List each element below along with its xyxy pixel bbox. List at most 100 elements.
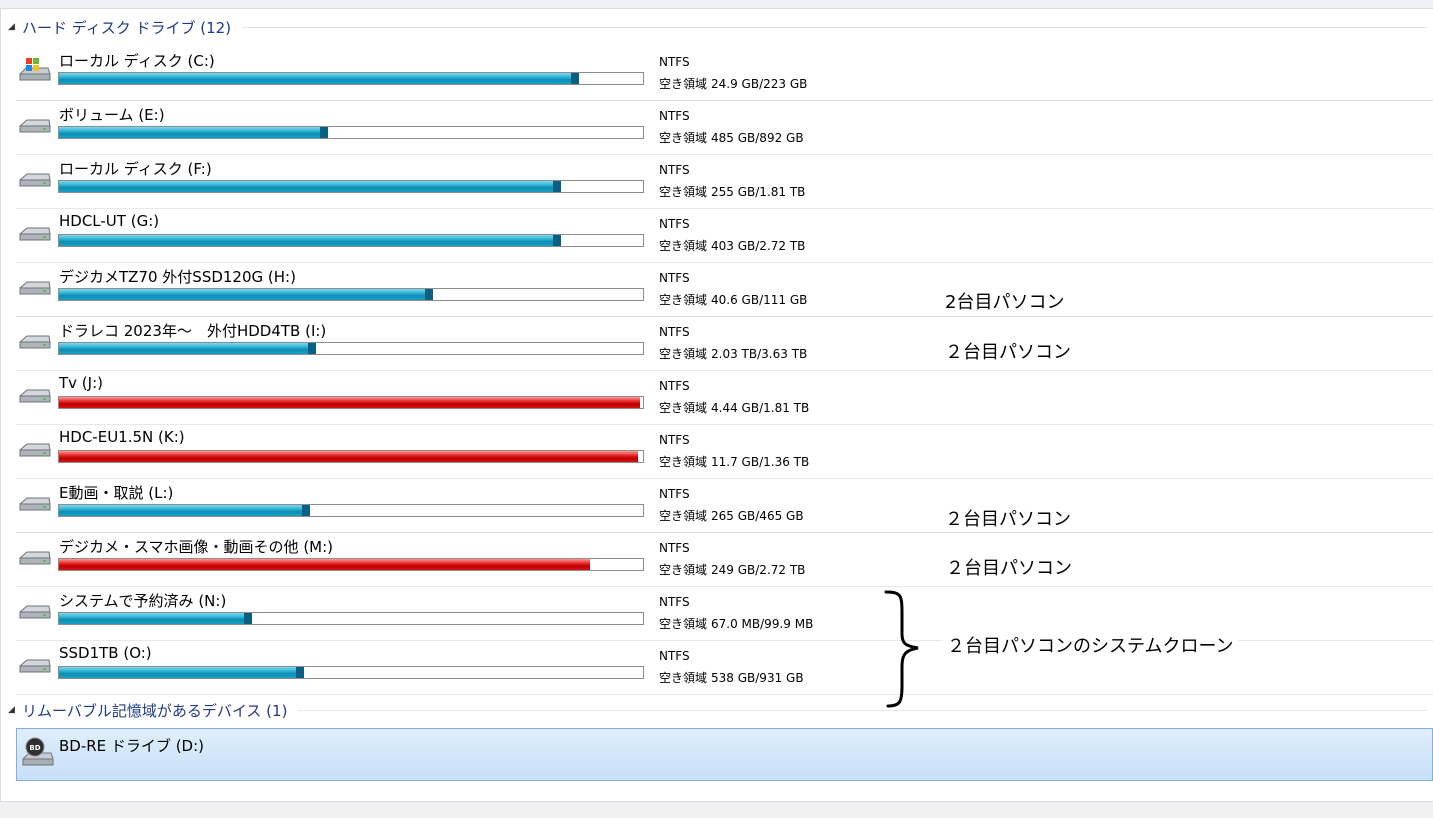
- filesystem-label: NTFS: [659, 595, 690, 609]
- drive-name: E動画・取説 (L:): [59, 484, 174, 502]
- hard-drive-icon: [19, 335, 51, 349]
- free-space-label: 空き領域: [659, 293, 708, 307]
- free-space-value: 538 GB/931 GB: [711, 671, 804, 685]
- hard-drive-icon: [19, 497, 51, 511]
- drive-name: システムで予約済み (N:): [59, 592, 227, 610]
- hard-drive-icon: [19, 173, 51, 187]
- free-space-value: 40.6 GB/111 GB: [711, 293, 808, 307]
- free-space-text: 空き領域 485 GB/892 GB: [659, 129, 804, 146]
- drive-item[interactable]: Tv (J:) NTFS 空き領域 4.44 GB/1.81 TB: [16, 370, 1433, 425]
- free-space-value: 67.0 MB/99.9 MB: [711, 617, 814, 631]
- drive-item[interactable]: HDC-EU1.5N (K:) NTFS 空き領域 11.7 GB/1.36 TB: [16, 424, 1433, 479]
- drive-item-bd-re[interactable]: BD BD-RE ドライブ (D:): [16, 728, 1433, 781]
- drive-item[interactable]: デジカメTZ70 外付SSD120G (H:) NTFS 空き領域 40.6 GB/1…: [16, 262, 1433, 317]
- drive-name: ローカル ディスク (F:): [59, 160, 212, 178]
- hard-drive-icon: [19, 227, 51, 241]
- filesystem-label: NTFS: [659, 433, 690, 447]
- drive-name: ボリューム (E:): [59, 106, 165, 124]
- free-space-text: 空き領域 403 GB/2.72 TB: [659, 237, 805, 254]
- free-space-label: 空き領域: [659, 671, 708, 685]
- filesystem-label: NTFS: [659, 379, 690, 393]
- drive-item[interactable]: E動画・取説 (L:) NTFS 空き領域 265 GB/465 GB: [16, 478, 1433, 533]
- filesystem-label: NTFS: [659, 55, 690, 69]
- drive-name: BD-RE ドライブ (D:): [59, 737, 204, 755]
- usage-bar-fill: [59, 127, 328, 138]
- filesystem-label: NTFS: [659, 271, 690, 285]
- drive-item[interactable]: HDCL-UT (G:) NTFS 空き領域 403 GB/2.72 TB: [16, 208, 1433, 263]
- free-space-value: 11.7 GB/1.36 TB: [711, 455, 810, 469]
- free-space-label: 空き領域: [659, 617, 708, 631]
- free-space-value: 265 GB/465 GB: [711, 509, 804, 523]
- filesystem-label: NTFS: [659, 163, 690, 177]
- drive-item[interactable]: デジカメ・スマホ画像・動画その他 (M:) NTFS 空き領域 249 GB/2.72…: [16, 532, 1433, 587]
- group-header-label: リムーバブル記憶域があるデバイス (1): [22, 701, 288, 720]
- collapse-arrow-icon[interactable]: ◢: [8, 22, 22, 32]
- free-space-text: 空き領域 538 GB/931 GB: [659, 669, 804, 686]
- filesystem-label: NTFS: [659, 541, 690, 555]
- free-space-label: 空き領域: [659, 509, 708, 523]
- usage-bar-fill: [59, 289, 433, 300]
- usage-bar-fill: [59, 667, 305, 678]
- usage-bar-fill: [59, 181, 562, 192]
- usage-bar-fill: [59, 505, 311, 516]
- free-space-text: 空き領域 255 GB/1.81 TB: [659, 183, 805, 200]
- hard-drive-icon: [19, 659, 51, 673]
- free-space-text: 空き領域 2.03 TB/3.63 TB: [659, 345, 807, 362]
- free-space-label: 空き領域: [659, 401, 708, 415]
- usage-bar: [58, 504, 644, 517]
- free-space-value: 485 GB/892 GB: [711, 131, 804, 145]
- drive-name: ローカル ディスク (C:): [59, 52, 215, 70]
- filesystem-label: NTFS: [659, 487, 690, 501]
- free-space-value: 24.9 GB/223 GB: [711, 77, 808, 91]
- usage-bar: [58, 234, 644, 247]
- free-space-text: 空き領域 40.6 GB/111 GB: [659, 291, 807, 308]
- free-space-text: 空き領域 24.9 GB/223 GB: [659, 75, 807, 92]
- free-space-value: 249 GB/2.72 TB: [711, 563, 806, 577]
- drive-item[interactable]: ローカル ディスク (C:) NTFS 空き領域 24.9 GB/223 GB: [16, 46, 1433, 101]
- group-header-removable-storage[interactable]: ◢ リムーバブル記憶域があるデバイス (1): [8, 699, 287, 721]
- collapse-arrow-icon[interactable]: ◢: [8, 705, 22, 715]
- usage-bar-fill: [59, 343, 316, 354]
- group-header-label: ハード ディスク ドライブ (12): [22, 18, 232, 37]
- bd-drive-icon: BD: [22, 737, 54, 766]
- usage-bar-fill: [59, 451, 639, 462]
- annotation-note-h: 2台目パソコン: [945, 292, 1065, 313]
- free-space-label: 空き領域: [659, 455, 708, 469]
- hard-drive-icon: [19, 605, 51, 619]
- drive-item[interactable]: ドラレコ 2023年～ 外付HDD4TB (I:) NTFS 空き領域 2.03 TB…: [16, 316, 1433, 371]
- usage-bar: [58, 126, 644, 139]
- free-space-text: 空き領域 67.0 MB/99.9 MB: [659, 615, 813, 632]
- drive-name: デジカメ・スマホ画像・動画その他 (M:): [59, 538, 334, 556]
- usage-bar: [58, 396, 644, 409]
- usage-bar-fill: [59, 613, 252, 624]
- free-space-value: 403 GB/2.72 TB: [711, 239, 806, 253]
- usage-bar-fill: [59, 73, 579, 84]
- curly-brace-annotation: [884, 590, 919, 708]
- drive-name: SSD1TB (O:): [59, 644, 152, 662]
- drive-name: デジカメTZ70 外付SSD120G (H:): [59, 268, 296, 286]
- free-space-text: 空き領域 11.7 GB/1.36 TB: [659, 453, 809, 470]
- group-header-hard-disk-drives[interactable]: ◢ ハード ディスク ドライブ (12): [8, 16, 231, 38]
- free-space-label: 空き領域: [659, 239, 708, 253]
- filesystem-label: NTFS: [659, 217, 690, 231]
- annotation-note-m: ２台目パソコン: [946, 558, 1072, 579]
- drive-item[interactable]: ボリューム (E:) NTFS 空き領域 485 GB/892 GB: [16, 100, 1433, 155]
- usage-bar-fill: [59, 559, 591, 570]
- left-border: [0, 8, 1, 803]
- usage-bar: [58, 180, 644, 193]
- drive-name: ドラレコ 2023年～ 外付HDD4TB (I:): [59, 322, 327, 340]
- hard-drive-icon: [19, 119, 51, 133]
- usage-bar: [58, 558, 644, 571]
- free-space-text: 空き領域 265 GB/465 GB: [659, 507, 804, 524]
- annotation-note-l: ２台目パソコン: [945, 509, 1071, 530]
- annotation-note-i: ２台目パソコン: [945, 342, 1071, 363]
- free-space-label: 空き領域: [659, 77, 708, 91]
- free-space-label: 空き領域: [659, 563, 708, 577]
- usage-bar: [58, 72, 644, 85]
- filesystem-label: NTFS: [659, 109, 690, 123]
- drive-item[interactable]: ローカル ディスク (F:) NTFS 空き領域 255 GB/1.81 TB: [16, 154, 1433, 209]
- top-border: [0, 0, 1433, 9]
- free-space-value: 2.03 TB/3.63 TB: [711, 347, 808, 361]
- hard-drive-icon: [19, 443, 51, 457]
- usage-bar-fill: [59, 235, 562, 246]
